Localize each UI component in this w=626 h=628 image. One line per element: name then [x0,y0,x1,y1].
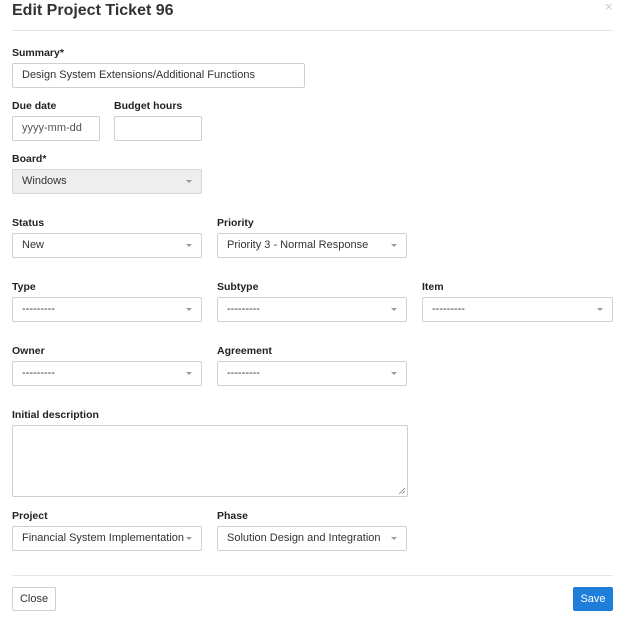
priority-value: Priority 3 - Normal Response [227,239,369,251]
owner-value: --------- [22,367,55,379]
board-label: Board* [12,153,47,165]
agreement-value: --------- [227,367,260,379]
item-value: --------- [432,303,465,315]
chevron-down-icon [186,244,192,247]
owner-label: Owner [12,345,45,357]
phase-value: Solution Design and Integration [227,532,381,544]
due-date-input[interactable]: yyyy-mm-dd [12,116,100,141]
project-label: Project [12,510,48,522]
priority-label: Priority [217,217,254,229]
subtype-label: Subtype [217,281,259,293]
phase-select[interactable]: Solution Design and Integration [217,526,407,551]
summary-input[interactable]: Design System Extensions/Additional Func… [12,63,305,88]
edit-ticket-dialog: Edit Project Ticket 96 × Summary* Design… [0,0,626,628]
type-value: --------- [22,303,55,315]
item-select[interactable]: --------- [422,297,613,322]
summary-value: Design System Extensions/Additional Func… [22,69,255,81]
type-label: Type [12,281,36,293]
due-date-label: Due date [12,100,57,112]
budget-hours-input[interactable] [114,116,202,141]
priority-select[interactable]: Priority 3 - Normal Response [217,233,407,258]
close-icon[interactable]: × [605,0,613,14]
project-value: Financial System Implementation [22,532,185,544]
agreement-label: Agreement [217,345,272,357]
item-label: Item [422,281,444,293]
budget-hours-label: Budget hours [114,100,183,112]
status-label: Status [12,217,45,229]
close-button[interactable]: Close [12,587,56,611]
chevron-down-icon [186,372,192,375]
status-select[interactable]: New [12,233,202,258]
subtype-select[interactable]: --------- [217,297,407,322]
dialog-title: Edit Project Ticket 96 [12,2,174,19]
initial-description-textarea[interactable] [12,425,408,497]
initial-description-label: Initial description [12,409,99,421]
chevron-down-icon [597,308,603,311]
type-select[interactable]: --------- [12,297,202,322]
phase-label: Phase [217,510,248,522]
chevron-down-icon [391,308,397,311]
resize-handle-icon[interactable] [399,488,405,494]
subtype-value: --------- [227,303,260,315]
chevron-down-icon [186,308,192,311]
chevron-down-icon [391,537,397,540]
board-value: Windows [22,175,67,187]
chevron-down-icon [186,537,192,540]
agreement-select[interactable]: --------- [217,361,407,386]
due-date-placeholder: yyyy-mm-dd [22,122,82,134]
chevron-down-icon [186,180,192,183]
project-select[interactable]: Financial System Implementation [12,526,202,551]
board-select: Windows [12,169,202,194]
summary-label: Summary* [12,47,64,59]
footer-divider [12,575,613,576]
owner-select[interactable]: --------- [12,361,202,386]
header-divider [12,30,613,31]
chevron-down-icon [391,372,397,375]
chevron-down-icon [391,244,397,247]
save-button[interactable]: Save [573,587,613,611]
status-value: New [22,239,45,251]
